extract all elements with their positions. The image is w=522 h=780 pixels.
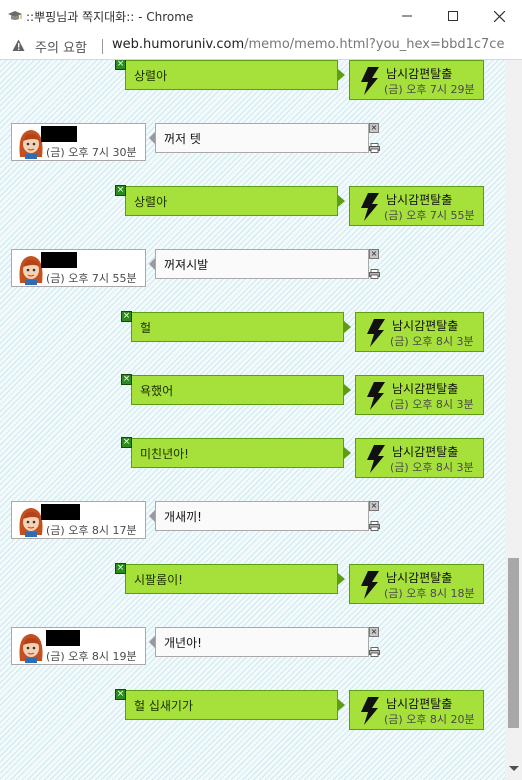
scrollbar-thumb[interactable] — [508, 558, 519, 728]
minimize-icon — [402, 15, 412, 17]
message-time: (금) 오후 8시 18분 — [384, 587, 475, 600]
sent-message: 상렬아 × 남시감편탈출 (금) 오후 7시 29분 — [0, 60, 505, 104]
message-time: (금) 오후 8시 20분 — [384, 713, 475, 726]
message-bubble: 개년아! — [149, 627, 369, 657]
window-title: ::뿌핑님과 쪽지대화:: - Chrome — [26, 10, 194, 24]
sender-name: 남시감편탈출 — [392, 319, 459, 333]
print-icon[interactable] — [369, 516, 380, 531]
message-bubble: 꺼져시발 — [149, 249, 369, 279]
url-path: /memo/memo.html?you_hex=bbd1c7ce — [244, 37, 505, 52]
sender-name: 남시감편탈출 — [386, 571, 453, 585]
sender-card[interactable]: 남시감편탈출 (금) 오후 8시 3분 — [355, 438, 484, 478]
close-icon — [493, 10, 505, 22]
title-bar: ::뿌핑님과 쪽지대화:: - Chrome — [0, 0, 522, 32]
message-bubble: 시팔롬이! — [125, 564, 345, 594]
delete-message-icon[interactable]: × — [115, 185, 126, 196]
redacted-name — [41, 504, 80, 520]
message-time: (금) 오후 7시 30분 — [46, 146, 137, 159]
lightning-bolt-icon — [361, 193, 379, 221]
message-bubble: 헐 — [131, 312, 351, 342]
url-host: web.humoruniv.com — [112, 37, 245, 52]
delete-message-icon[interactable]: × — [369, 627, 379, 637]
lightning-bolt-icon — [361, 571, 379, 599]
received-message: (금) 오후 7시 55분 꺼져시발 × — [0, 249, 505, 293]
sender-card[interactable]: (금) 오후 8시 17분 — [11, 501, 146, 539]
print-icon[interactable] — [369, 264, 380, 279]
message-bubble: 미친년아! — [131, 438, 351, 468]
message-time: (금) 오후 8시 3분 — [390, 398, 474, 411]
lightning-bolt-icon — [367, 445, 385, 473]
sender-card[interactable]: 남시감편탈출 (금) 오후 8시 3분 — [355, 375, 484, 415]
sent-message: 상렬아 × 남시감편탈출 (금) 오후 7시 55분 — [0, 185, 505, 230]
sender-card[interactable]: 남시감편탈출 (금) 오후 8시 18분 — [349, 564, 484, 604]
message-bubble: 욕했어 — [131, 375, 351, 405]
delete-message-icon[interactable]: × — [115, 60, 126, 70]
maximize-button[interactable] — [430, 0, 476, 32]
maximize-icon — [448, 11, 458, 21]
sent-message: 시팔롬이! × 남시감편탈출 (금) 오후 8시 18분 — [0, 563, 505, 608]
message-time: (금) 오후 8시 17분 — [46, 524, 137, 537]
message-bubble: 개새끼! — [149, 501, 369, 531]
sender-card[interactable]: (금) 오후 7시 55분 — [11, 249, 146, 287]
sender-card[interactable]: (금) 오후 7시 30분 — [11, 123, 146, 161]
sender-name: 남시감편탈출 — [392, 445, 459, 459]
delete-message-icon[interactable]: × — [369, 501, 379, 511]
lightning-bolt-icon — [367, 382, 385, 410]
message-bubble: 꺼저 텟 — [149, 123, 369, 153]
security-warning-label[interactable]: 주의 요함 — [35, 37, 87, 56]
lightning-bolt-icon — [361, 697, 379, 725]
sender-card[interactable]: 남시감편탈출 (금) 오후 8시 3분 — [355, 312, 484, 352]
print-icon[interactable] — [369, 138, 380, 153]
delete-message-icon[interactable]: × — [369, 249, 379, 259]
warning-icon — [12, 39, 25, 51]
message-time: (금) 오후 7시 29분 — [384, 83, 475, 96]
scroll-down-arrow-icon[interactable] — [509, 766, 519, 771]
sender-name: 남시감편탈출 — [386, 697, 453, 711]
message-time: (금) 오후 8시 3분 — [390, 461, 474, 474]
message-bubble: 헐 십새기가 — [125, 690, 345, 720]
delete-message-icon[interactable]: × — [121, 437, 132, 448]
sent-message: 헐 십새기가 × 남시감편탈출 (금) 오후 8시 20분 — [0, 689, 505, 734]
lightning-bolt-icon — [367, 319, 385, 347]
received-message: (금) 오후 8시 19분 개년아! × — [0, 627, 505, 671]
sender-name: 남시감편탈출 — [392, 382, 459, 396]
delete-message-icon[interactable]: × — [121, 311, 132, 322]
close-button[interactable] — [476, 0, 522, 32]
sender-name: 남시감편탈출 — [386, 67, 453, 81]
message-time: (금) 오후 8시 3분 — [390, 335, 474, 348]
redacted-name — [46, 630, 80, 646]
message-bubble: 상렬아 — [125, 60, 345, 90]
sender-card[interactable]: 남시감편탈출 (금) 오후 7시 55분 — [349, 186, 484, 226]
sent-message: 미친년아! × 남시감편탈출 (금) 오후 8시 3분 — [0, 437, 505, 482]
delete-message-icon[interactable]: × — [115, 563, 126, 574]
redacted-name — [41, 252, 77, 268]
graduation-cap-icon — [8, 11, 22, 20]
address-bar[interactable]: 주의 요함 web.humoruniv.com/memo/memo.html?y… — [0, 32, 522, 60]
redacted-name — [41, 126, 77, 142]
url-text[interactable]: web.humoruniv.com/memo/memo.html?you_hex… — [112, 37, 504, 52]
sent-message: 헐 × 남시감편탈출 (금) 오후 8시 3분 — [0, 311, 505, 356]
message-time: (금) 오후 7시 55분 — [384, 209, 475, 222]
sender-card[interactable]: 남시감편탈출 (금) 오후 7시 29분 — [349, 60, 484, 100]
scrollbar[interactable] — [505, 60, 522, 780]
message-time: (금) 오후 8시 19분 — [46, 650, 137, 663]
avatar — [19, 634, 43, 663]
message-time: (금) 오후 7시 55분 — [46, 272, 137, 285]
sender-card[interactable]: 남시감편탈출 (금) 오후 8시 20분 — [349, 690, 484, 730]
received-message: (금) 오후 7시 30분 꺼저 텟 × — [0, 123, 505, 167]
print-icon[interactable] — [369, 642, 380, 657]
delete-message-icon[interactable]: × — [121, 374, 132, 385]
sender-card[interactable]: (금) 오후 8시 19분 — [11, 627, 146, 665]
sender-name: 남시감편탈출 — [386, 193, 453, 207]
lightning-bolt-icon — [361, 67, 379, 95]
memo-conversation: 상렬아 × 남시감편탈출 (금) 오후 7시 29분 (금) 오후 7시 30분 꺼저 텟… — [0, 60, 522, 780]
received-message: (금) 오후 8시 17분 개새끼! × — [0, 501, 505, 545]
delete-message-icon[interactable]: × — [115, 689, 126, 700]
address-divider — [102, 39, 103, 54]
message-bubble: 상렬아 — [125, 186, 345, 216]
sent-message: 욕했어 × 남시감편탈출 (금) 오후 8시 3분 — [0, 374, 505, 419]
delete-message-icon[interactable]: × — [369, 123, 379, 133]
minimize-button[interactable] — [384, 0, 430, 32]
